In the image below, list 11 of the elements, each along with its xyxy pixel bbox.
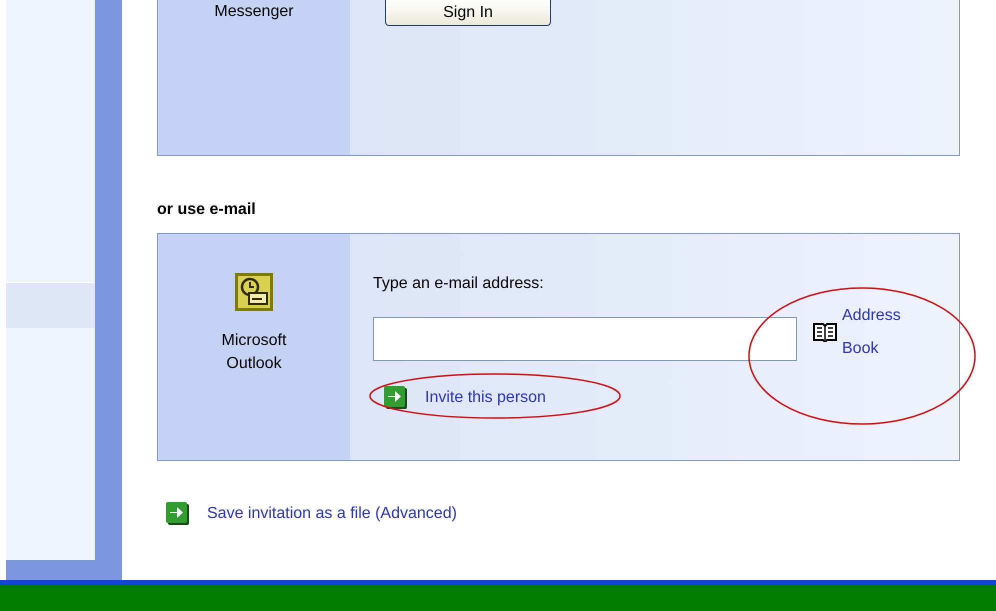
address-book-link[interactable]: Address Book — [842, 299, 932, 365]
invite-link[interactable]: Invite this person — [425, 389, 546, 407]
field-label: Type an e-mail address: — [373, 274, 545, 294]
app-label: Messenger — [214, 2, 294, 22]
email-input[interactable] — [373, 316, 797, 360]
save-file-link[interactable]: Save invitation as a file (Advanced) — [207, 505, 457, 523]
section-heading: or use e-mail — [157, 201, 257, 219]
sign-in-button[interactable]: Sign In — [385, 0, 551, 26]
app-label: Microsoft Outlook — [220, 331, 288, 374]
calendar-mail-icon — [235, 273, 273, 311]
book-icon — [813, 322, 837, 342]
